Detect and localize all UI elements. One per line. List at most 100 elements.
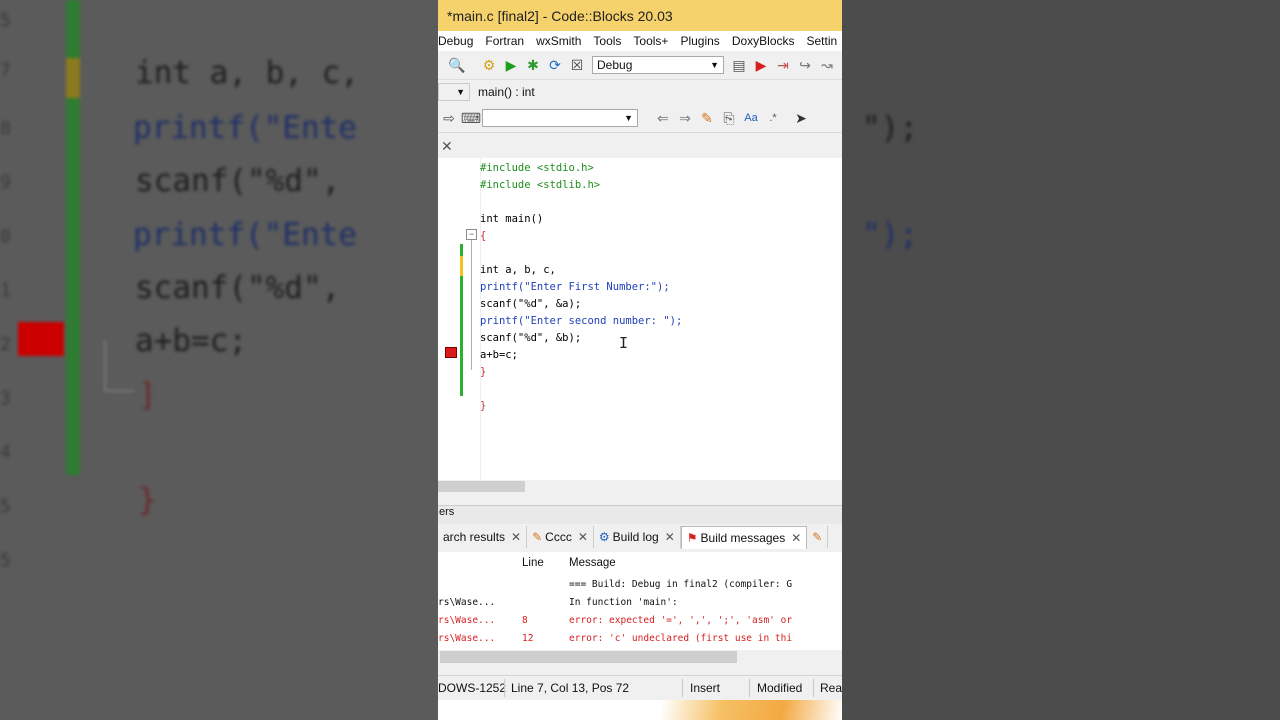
tab-build-log[interactable]: ⚙ Build log ✕ (594, 526, 681, 548)
editor-tab-strip: ✕ (438, 133, 842, 159)
function-scope-label[interactable]: main() : int (478, 85, 535, 99)
tab-next-hidden[interactable]: ✎ (807, 526, 829, 548)
title-bar: *main.c [final2] - Code::Blocks 20.03 (438, 0, 842, 31)
window-title: *main.c [final2] - Code::Blocks 20.03 (447, 7, 673, 24)
menu-plugins[interactable]: Plugins (674, 34, 725, 48)
bg-line-number: 9 (0, 172, 11, 193)
next-line-icon[interactable]: ↪ (794, 54, 816, 76)
menu-wxsmith[interactable]: wxSmith (530, 34, 587, 48)
code-line: { (480, 230, 487, 242)
bg-line-number: 2 (0, 334, 11, 355)
message-file: rs\Wase... (438, 615, 496, 626)
scope-select[interactable]: ▼ (438, 83, 470, 101)
status-encoding: DOWS-1252 (438, 681, 507, 695)
close-icon[interactable]: ✕ (665, 530, 675, 544)
message-text[interactable]: error: 'c' undeclared (first use in thi (569, 633, 792, 644)
code-line: #include <stdlib.h> (480, 179, 601, 191)
code-line: int a, b, c, (480, 264, 556, 276)
menu-tools[interactable]: Tools (587, 34, 627, 48)
background-right-zoom: "); "); (842, 0, 1280, 720)
bg-code-line: "); (862, 110, 918, 146)
code-line: a+b=c; (480, 349, 518, 361)
build-and-run-icon[interactable]: ✱ (522, 54, 544, 76)
close-icon[interactable]: ✕ (578, 530, 588, 544)
editor-horizontal-scrollbar[interactable] (438, 480, 842, 494)
jump-icon[interactable]: ⇨ (438, 107, 460, 129)
menu-settings[interactable]: Settin (801, 34, 843, 48)
fold-toggle-icon[interactable]: − (466, 229, 477, 240)
find-icon[interactable]: ⌨ (460, 107, 482, 129)
code-line: #include <stdio.h> (480, 162, 594, 174)
close-icon[interactable]: ✕ (791, 531, 801, 545)
messages-horizontal-scrollbar[interactable] (438, 650, 842, 664)
bg-code-line: scanf("%d", (135, 270, 341, 306)
pin-icon: ⚑ (686, 530, 698, 545)
chevron-down-icon: ▼ (624, 113, 633, 123)
background-left-zoom: 5 7 8 9 0 1 2 3 4 5 5 int a, b, c, print… (0, 0, 438, 720)
message-text[interactable]: error: expected '=', ',', ';', 'asm' or (569, 615, 792, 626)
close-editor-icon[interactable]: ✕ (441, 138, 453, 155)
tab-search-results[interactable]: arch results ✕ (438, 526, 528, 548)
close-icon[interactable]: ✕ (511, 530, 521, 544)
bg-line-number: 7 (0, 60, 11, 81)
bg-code-line: a+b=c; (135, 323, 247, 359)
chevron-down-icon: ▼ (710, 60, 719, 70)
build-target-select[interactable]: Debug ▼ (592, 56, 724, 74)
menu-bar: Debug Fortran wxSmith Tools Tools+ Plugi… (438, 31, 842, 51)
column-header-line[interactable]: Line (522, 557, 544, 569)
run-to-cursor-icon[interactable]: ⇥ (772, 54, 794, 76)
highlight-pen-icon[interactable]: ✎ (696, 107, 718, 129)
abort-icon[interactable]: ☒ (566, 54, 588, 76)
run-icon[interactable]: ▶ (500, 54, 522, 76)
bg-code-line: printf("Ente (133, 217, 357, 253)
code-line: scanf("%d", &b); (480, 332, 582, 344)
search-combo[interactable]: ▼ (482, 109, 638, 127)
menu-debug[interactable]: Debug (438, 34, 479, 48)
debug-run-icon[interactable]: ▶ (750, 54, 772, 76)
column-header-message[interactable]: Message (569, 557, 616, 569)
menu-fortran[interactable]: Fortran (479, 34, 530, 48)
menu-tools-plus[interactable]: Tools+ (627, 34, 674, 48)
editor-gutter[interactable]: − (438, 158, 481, 480)
step-into-icon[interactable]: ↝ (816, 54, 838, 76)
unsaved-change-bar (460, 256, 463, 276)
status-modified: Modified (757, 681, 803, 695)
forward-arrow-icon[interactable]: ⇒ (674, 107, 696, 129)
logs-tab-strip: arch results ✕ ✎ Cccc ✕ ⚙ Build log ✕ ⚑ … (438, 525, 842, 549)
tab-build-messages[interactable]: ⚑ Build messages ✕ (680, 525, 808, 549)
taskbar-strip (438, 700, 842, 720)
show-select-target-icon[interactable]: ▤ (728, 54, 750, 76)
code-line: printf("Enter First Number:"); (480, 281, 670, 293)
match-case-icon[interactable]: ⎘ (718, 107, 740, 129)
zoom-icon[interactable]: 🔍 (446, 54, 468, 76)
build-target-value: Debug (597, 58, 633, 72)
message-line: 8 (522, 615, 528, 626)
message-text: === Build: Debug in final2 (compiler: G (569, 579, 793, 590)
codeblocks-window: *main.c [final2] - Code::Blocks 20.03 De… (438, 0, 842, 720)
pointer-icon[interactable]: ➤ (790, 107, 812, 129)
build-toolbar: 🔍 ⚙ ▶ ✱ ⟳ ☒ Debug ▼ ▤ ▶ ⇥ ↪ ↝ (438, 51, 842, 80)
message-text: In function 'main': (569, 597, 678, 608)
code-completion-toolbar: ▼ main() : int (438, 80, 842, 104)
tab-cccc[interactable]: ✎ Cccc ✕ (527, 526, 594, 548)
build-gear-icon[interactable]: ⚙ (478, 54, 500, 76)
menu-doxyblocks[interactable]: DoxyBlocks (726, 34, 801, 48)
message-line: 12 (522, 633, 534, 644)
regex-icon[interactable]: .* (762, 107, 784, 129)
chevron-down-icon: ▼ (456, 87, 465, 97)
gear-icon: ⚙ (598, 530, 610, 544)
rebuild-icon[interactable]: ⟳ (544, 54, 566, 76)
code-editor[interactable]: − #include <stdio.h> #include <stdlib.h>… (438, 158, 842, 480)
scrollbar-thumb[interactable] (438, 481, 525, 492)
back-arrow-icon[interactable]: ⇐ (652, 107, 674, 129)
bg-brace: ] (138, 377, 157, 413)
code-line: int main() (480, 213, 544, 225)
status-access: Read (820, 681, 842, 695)
bg-line-number: 5 (0, 10, 11, 31)
scrollbar-thumb[interactable] (440, 651, 737, 663)
match-word-icon[interactable]: Aa (740, 107, 762, 129)
bg-code-line: int a, b, c, (135, 55, 359, 91)
build-messages-list[interactable]: Line Message === Build: Debug in final2 … (438, 552, 842, 650)
logs-panel-header: ers (438, 505, 842, 524)
bg-code-line: "); (862, 217, 918, 253)
